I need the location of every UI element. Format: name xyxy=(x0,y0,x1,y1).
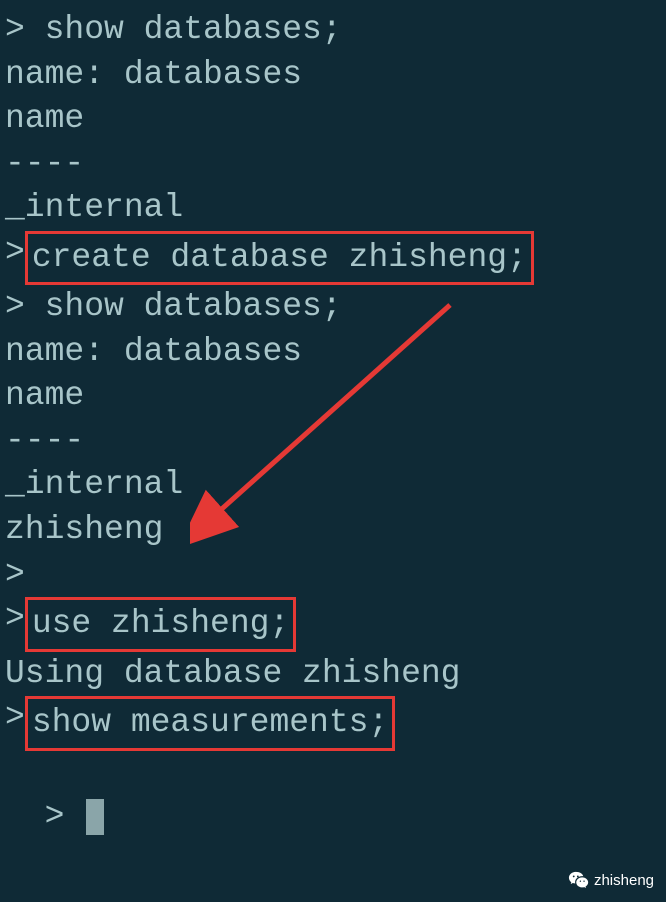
terminal-empty-prompt: > xyxy=(5,553,661,598)
terminal-output-internal-1: _internal xyxy=(5,186,661,231)
watermark-text: zhisheng xyxy=(594,871,654,891)
terminal-line-cmd-show-db-2: > show databases; xyxy=(5,285,661,330)
prompt-symbol: > xyxy=(5,231,25,276)
highlight-box-create: create database zhisheng; xyxy=(25,231,534,286)
terminal-output-using: Using database zhisheng xyxy=(5,652,661,697)
terminal-line-cmd-show-db-1: > show databases; xyxy=(5,8,661,53)
watermark: zhisheng xyxy=(568,870,654,892)
terminal-line-use-db: > use zhisheng; xyxy=(5,597,661,652)
highlight-box-measurements: show measurements; xyxy=(25,696,395,751)
terminal-output-column-2: name xyxy=(5,374,661,419)
wechat-icon xyxy=(568,870,590,892)
terminal-output-internal-2: _internal xyxy=(5,463,661,508)
terminal-final-prompt[interactable]: > xyxy=(5,751,661,840)
terminal-line-create-db: > create database zhisheng; xyxy=(5,231,661,286)
terminal-output-dash-2: ---- xyxy=(5,419,661,464)
terminal-output-zhisheng: zhisheng xyxy=(5,508,661,553)
terminal-output-header-2: name: databases xyxy=(5,330,661,375)
terminal-line-show-measurements: > show measurements; xyxy=(5,696,661,751)
terminal-output-dash-1: ---- xyxy=(5,142,661,187)
highlight-box-use: use zhisheng; xyxy=(25,597,296,652)
prompt-symbol: > xyxy=(5,597,25,642)
terminal-output-column-1: name xyxy=(5,97,661,142)
prompt-symbol: > xyxy=(5,696,25,741)
cursor-block xyxy=(86,799,104,835)
terminal-output-header-1: name: databases xyxy=(5,53,661,98)
